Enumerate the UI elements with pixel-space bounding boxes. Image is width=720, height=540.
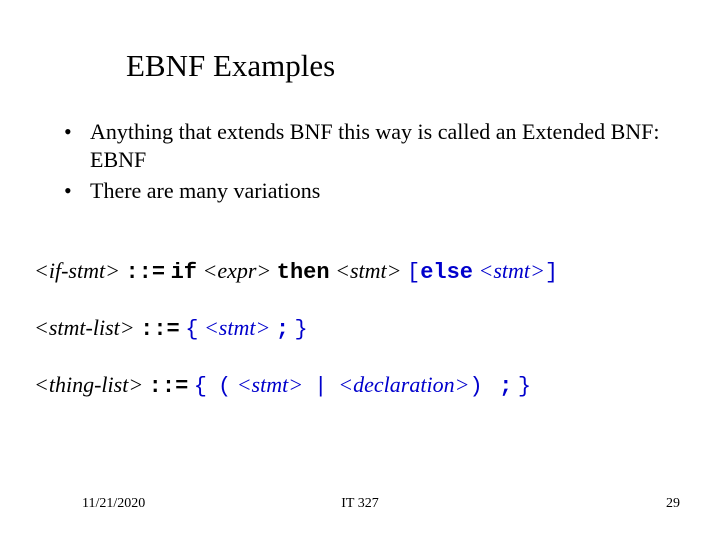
defines-op: ::= (140, 317, 180, 342)
bullet-dot: • (60, 177, 90, 205)
bullet-list: • Anything that extends BNF this way is … (60, 118, 680, 209)
nt-name: expr (217, 258, 256, 283)
nt-name: stmt (219, 315, 256, 340)
slide-title: EBNF Examples (126, 48, 335, 84)
open-paren: ( (218, 374, 231, 399)
close-brace: } (295, 317, 308, 342)
bullet-item: • Anything that extends BNF this way is … (60, 118, 680, 173)
grammar-line-if: <if-stmt> ::= if <expr> then <stmt> [els… (34, 258, 700, 285)
nt-name: stmt (350, 258, 387, 283)
nt-name: if-stmt (49, 258, 105, 283)
grammar-block: <if-stmt> ::= if <expr> then <stmt> [els… (34, 258, 700, 429)
nonterminal: <stmt> (479, 258, 545, 283)
grammar-line-thing-list: <thing-list> ::= { ( <stmt> | <declarati… (34, 372, 700, 399)
nonterminal: <expr> (202, 258, 271, 283)
semicolon: ; (499, 374, 512, 399)
keyword-then: then (277, 260, 330, 285)
bullet-text: There are many variations (90, 177, 680, 205)
nonterminal: <if-stmt> (34, 258, 120, 283)
slide: EBNF Examples • Anything that extends BN… (0, 0, 720, 540)
bullet-text: Anything that extends BNF this way is ca… (90, 118, 680, 173)
nt-name: stmt (493, 258, 530, 283)
close-bracket: ] (545, 260, 558, 285)
close-brace: } (518, 374, 531, 399)
grammar-line-stmt-list: <stmt-list> ::= { <stmt> ; } (34, 315, 700, 342)
defines-op: ::= (149, 374, 189, 399)
nonterminal: <stmt> (204, 315, 270, 340)
semicolon: ; (276, 317, 289, 342)
nonterminal: <declaration> (338, 372, 469, 397)
footer-course: IT 327 (0, 496, 720, 512)
bullet-item: • There are many variations (60, 177, 680, 205)
defines-op: ::= (125, 260, 165, 285)
keyword-if: if (171, 260, 197, 285)
open-brace: { (185, 317, 198, 342)
nonterminal: <stmt> (237, 372, 303, 397)
nonterminal: <stmt> (335, 258, 401, 283)
nt-name: stmt (252, 372, 289, 397)
keyword-else: else (420, 260, 473, 285)
open-brace: { (194, 374, 207, 399)
bar: | (314, 374, 327, 399)
nonterminal: <thing-list> (34, 372, 143, 397)
nt-name: declaration (353, 372, 454, 397)
footer-page: 29 (666, 496, 680, 512)
nt-name: thing-list (49, 372, 128, 397)
nonterminal: <stmt-list> (34, 315, 135, 340)
open-bracket: [ (407, 260, 420, 285)
nt-name: stmt-list (49, 315, 120, 340)
close-paren: ) (469, 374, 482, 399)
bullet-dot: • (60, 118, 90, 173)
